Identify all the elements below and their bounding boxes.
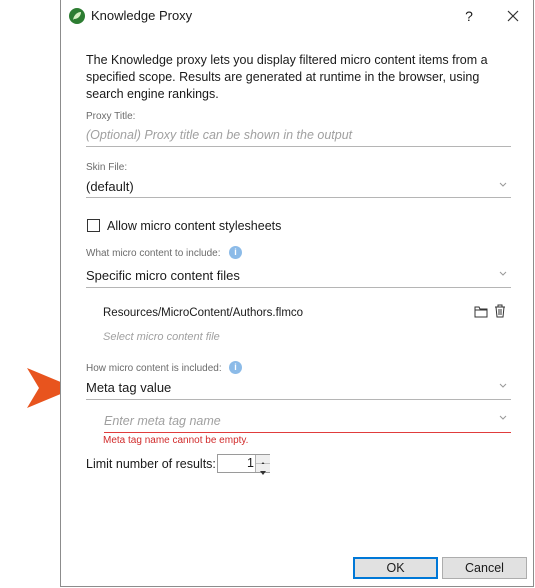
meta-tag-input[interactable]: Enter meta tag name	[104, 414, 511, 428]
meta-tag-underline	[104, 432, 511, 433]
dialog-title: Knowledge Proxy	[91, 8, 193, 23]
chevron-down-icon[interactable]	[498, 382, 508, 390]
proxy-title-label: Proxy Title:	[86, 111, 136, 122]
chevron-down-icon[interactable]	[498, 414, 508, 422]
skin-file-underline	[86, 197, 511, 198]
info-icon[interactable]: i	[229, 361, 242, 374]
select-file-placeholder[interactable]: Select micro content file	[103, 331, 220, 343]
limit-results-value[interactable]: 1	[218, 456, 254, 470]
close-icon	[507, 10, 519, 22]
description-text: The Knowledge proxy lets you display fil…	[86, 53, 488, 101]
caret-down-icon	[260, 471, 266, 475]
skin-file-label: Skin File:	[86, 162, 128, 173]
content-include-label: What micro content to include:	[86, 248, 221, 259]
knowledge-proxy-dialog: Knowledge Proxy ? The Knowledge proxy le…	[60, 0, 534, 587]
proxy-title-input[interactable]: (Optional) Proxy title can be shown in t…	[86, 128, 511, 142]
content-include-underline	[86, 287, 511, 288]
micro-content-file-list: Resources/MicroContent/Authors.flmco Sel…	[87, 296, 513, 351]
how-included-select[interactable]: Meta tag value	[86, 380, 511, 395]
allow-stylesheets-label[interactable]: Allow micro content stylesheets	[107, 219, 281, 233]
close-button[interactable]	[503, 6, 523, 26]
limit-results-stepper[interactable]: 1	[217, 454, 270, 475]
info-icon[interactable]: i	[229, 246, 242, 259]
how-included-underline	[86, 399, 511, 400]
how-included-label: How micro content is included:	[86, 363, 222, 374]
limit-results-label: Limit number of results:	[86, 457, 216, 471]
stepper-buttons	[255, 455, 270, 475]
chevron-down-icon[interactable]	[498, 181, 508, 189]
allow-stylesheets-checkbox[interactable]	[87, 219, 100, 232]
chevron-down-icon[interactable]	[498, 270, 508, 278]
ok-button[interactable]: OK	[353, 557, 438, 579]
skin-file-select[interactable]: (default)	[86, 179, 511, 194]
trash-icon[interactable]	[494, 304, 506, 318]
leaf-icon	[69, 8, 85, 24]
content-include-select[interactable]: Specific micro content files	[86, 268, 511, 283]
help-button[interactable]: ?	[459, 6, 479, 26]
folder-icon[interactable]	[474, 305, 488, 318]
stepper-down-button[interactable]	[256, 464, 270, 475]
title-bar: Knowledge Proxy ?	[61, 0, 533, 34]
stepper-up-button[interactable]	[256, 455, 270, 466]
cancel-button[interactable]: Cancel	[442, 557, 527, 579]
list-item[interactable]: Resources/MicroContent/Authors.flmco	[103, 307, 303, 319]
meta-tag-error-message: Meta tag name cannot be empty.	[103, 435, 249, 446]
proxy-title-underline	[86, 146, 511, 147]
